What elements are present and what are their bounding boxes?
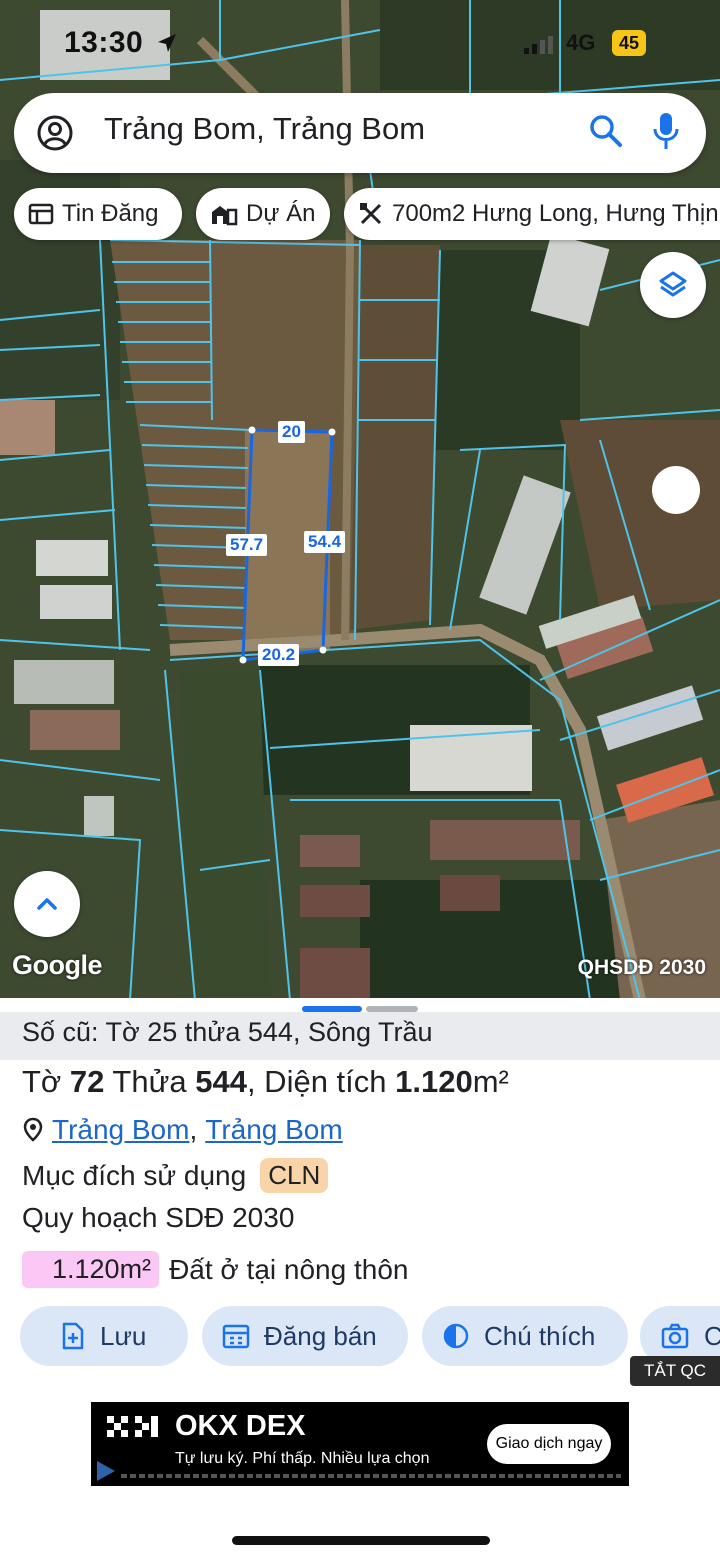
status-bar: 13:30 4G 45 [0, 22, 720, 66]
search-icon[interactable] [588, 113, 624, 149]
tools-icon [360, 203, 382, 225]
network-type: 4G [566, 30, 596, 55]
ad-banner[interactable]: OKX DEX Tự lưu ký. Phí thấp. Nhiều lựa c… [91, 1402, 629, 1486]
parcel-title: Tờ 72 Thửa 544, Diện tích 1.120m² [22, 1064, 509, 1100]
save-button[interactable]: Lưu [20, 1306, 188, 1366]
signal-icon [524, 36, 553, 54]
dimension-left-label: 57.7 [226, 534, 268, 556]
post-sale-label: Đăng bán [264, 1320, 377, 1351]
legend-label: Chú thích [484, 1320, 596, 1351]
title-mid: Thửa [104, 1064, 196, 1099]
parcel-area: 1.120 [395, 1064, 473, 1099]
save-doc-icon [62, 1322, 84, 1350]
google-attribution: Google [12, 950, 103, 980]
status-time: 13:30 [64, 26, 144, 59]
battery-indicator: 45 [612, 30, 646, 56]
building-icon [212, 206, 238, 226]
chevron-up-icon [37, 898, 57, 910]
chip-projects[interactable]: Dự Án [196, 188, 330, 240]
expand-up-button[interactable] [14, 871, 80, 937]
lot-number: 544 [195, 1064, 247, 1099]
chip-saved-search[interactable]: 700m2 Hưng Long, Hưng Thịnh [344, 188, 720, 240]
chip-label: Tin Đăng [62, 200, 159, 227]
capture-label: Chụp [704, 1320, 720, 1351]
location-arrow-icon [158, 34, 176, 52]
save-label: Lưu [100, 1320, 147, 1351]
map-control-button[interactable] [652, 466, 700, 514]
satellite-map[interactable]: 20 57.7 54.4 20.2 13:30 4G 45 Trảng Bom,… [0, 0, 720, 1000]
sheet-number: 72 [69, 1064, 105, 1099]
chip-label: Dự Án [246, 200, 316, 227]
land-use-badge: CLN [260, 1158, 329, 1193]
ad-subtitle: Tự lưu ký. Phí thấp. Nhiều lựa chọn [175, 1450, 430, 1467]
title-prefix: Tờ [22, 1064, 70, 1099]
land-use-label: Mục đích sử dụng [22, 1159, 247, 1191]
zone-row: 1.120m² Đất ở tại nông thôn [22, 1251, 408, 1288]
ward-link[interactable]: Trảng Bom [205, 1114, 342, 1146]
title-area-label: , Diện tích [246, 1064, 396, 1099]
contrast-icon [443, 1323, 469, 1349]
old-parcel-reference: Số cũ: Tờ 25 thửa 544, Sông Trầu [0, 1012, 720, 1060]
parcel-info-sheet: Số cũ: Tờ 25 thửa 544, Sông Trầu Tờ 72 T… [0, 998, 720, 1557]
planning-label: Quy hoạch SDĐ 2030 [22, 1202, 295, 1233]
account-icon[interactable] [36, 114, 74, 152]
layers-button[interactable] [640, 252, 706, 318]
zone-type-label: Đất ở tại nông thôn [169, 1253, 409, 1285]
district-link[interactable]: Trảng Bom [52, 1114, 189, 1146]
search-bar[interactable]: Trảng Bom, Trảng Bom [14, 93, 706, 173]
ad-fine-print [121, 1474, 621, 1478]
zone-area-badge: 1.120m² [22, 1251, 160, 1288]
chip-label: 700m2 Hưng Long, Hưng Thịnh [392, 200, 720, 227]
location-pin-icon [23, 1117, 43, 1142]
post-sale-button[interactable]: Đăng bán [202, 1306, 408, 1366]
ad-title: OKX DEX [175, 1410, 306, 1442]
dimension-right-label: 54.4 [304, 531, 346, 553]
address-separator: , [189, 1114, 198, 1145]
ad-cta-button[interactable]: Giao dịch ngay [487, 1424, 611, 1464]
home-indicator[interactable] [232, 1536, 490, 1545]
layers-icon [659, 271, 687, 297]
dimension-bottom-label: 20.2 [258, 644, 300, 666]
area-unit: m² [472, 1064, 509, 1099]
camera-icon [661, 1323, 689, 1349]
search-query[interactable]: Trảng Bom, Trảng Bom [104, 111, 425, 147]
okx-logo-icon [107, 1416, 158, 1437]
calendar-icon [222, 1324, 250, 1349]
legend-button[interactable]: Chú thích [422, 1306, 628, 1366]
land-use-row: Mục đích sử dụng CLN [22, 1158, 329, 1193]
map-layer-label: QHSDĐ 2030 [577, 956, 706, 979]
listing-icon [28, 203, 54, 225]
ad-toggle-button[interactable]: TẮT QC [630, 1356, 720, 1386]
dimension-top-label: 20 [278, 421, 305, 443]
chip-listings[interactable]: Tin Đăng [14, 188, 182, 240]
address-row: Trảng Bom, Trảng Bom [22, 1114, 343, 1146]
microphone-icon[interactable] [652, 111, 680, 151]
ad-choices-icon[interactable] [93, 1458, 119, 1484]
